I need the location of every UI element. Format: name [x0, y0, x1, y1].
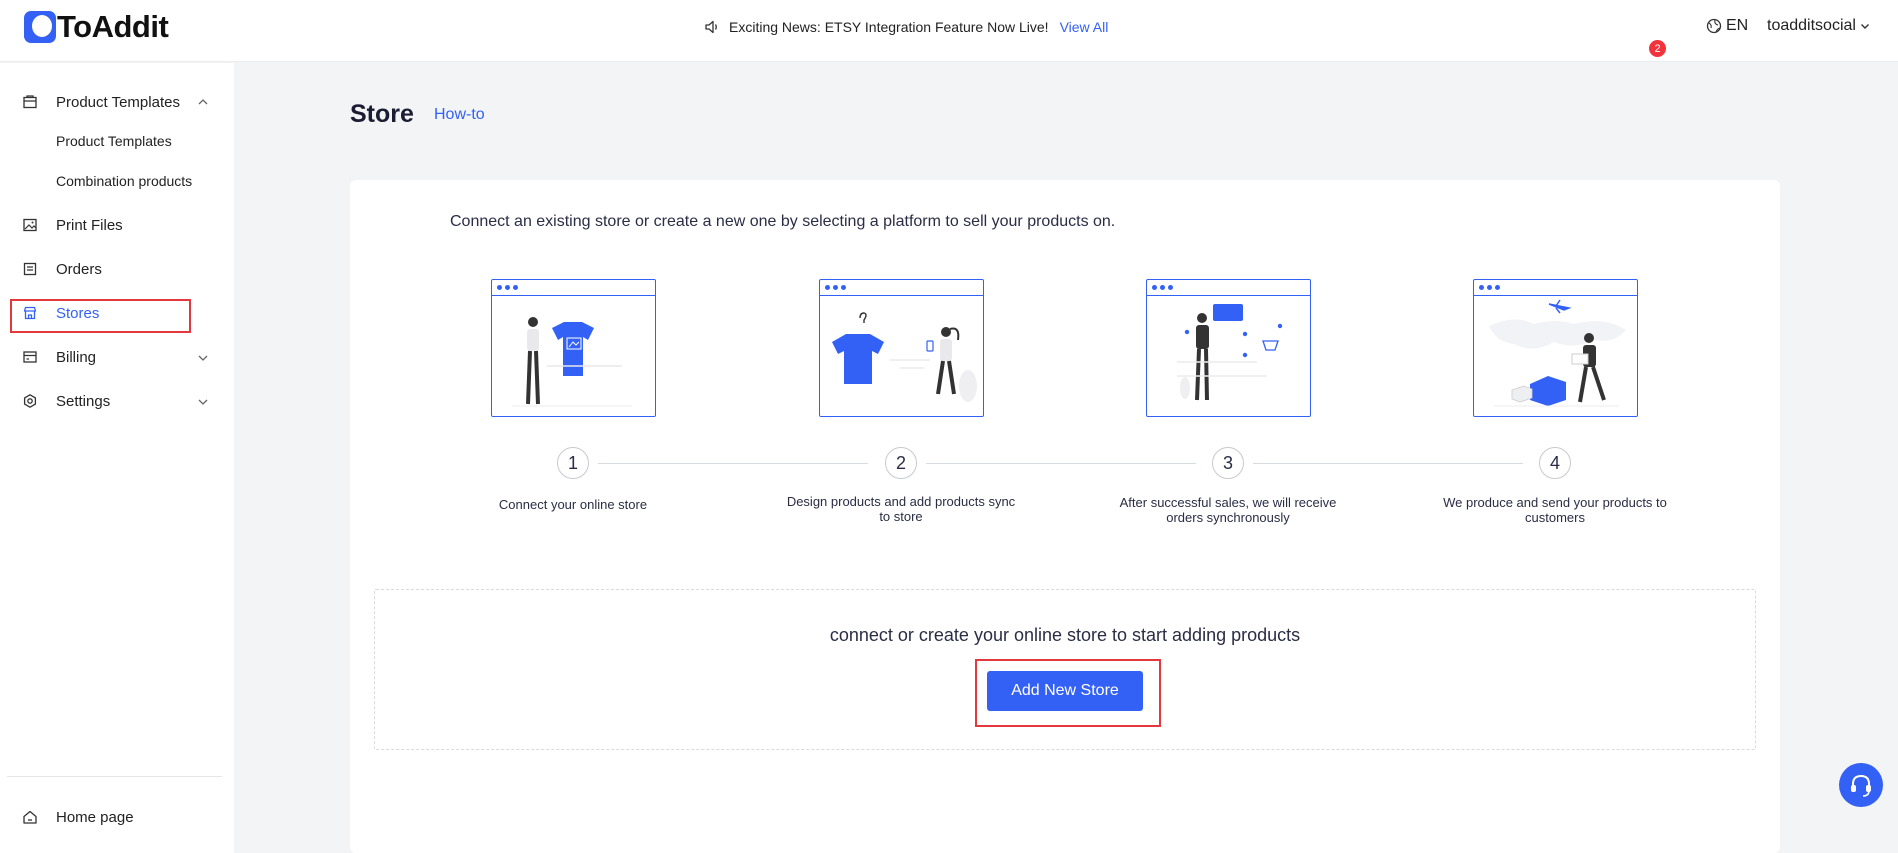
sidebar-item-label: Product Templates — [56, 93, 180, 111]
chevron-down-icon[interactable] — [196, 395, 210, 409]
billing-icon — [22, 349, 38, 365]
step-1-description: Connect your online store — [453, 497, 693, 512]
speaker-icon — [705, 20, 717, 34]
chevron-up-icon[interactable] — [196, 95, 210, 109]
step-text-line: Connect your online store — [498, 497, 648, 512]
step-4-number: 4 — [1539, 447, 1571, 479]
intro-text: Connect an existing store or create a ne… — [450, 213, 1116, 230]
language-label: EN — [1726, 17, 1749, 34]
step-text-line: customers — [1525, 510, 1585, 525]
gear-icon — [22, 393, 38, 409]
username: toadditsocial — [1767, 17, 1856, 34]
sidebar-item-label: Orders — [56, 260, 102, 278]
step-1-number: 1 — [557, 447, 589, 479]
step-2-description: Design products and add products sync to… — [781, 494, 1021, 524]
connect-store-message: connect or create your online store to s… — [829, 625, 1301, 645]
sidebar-item-home-page[interactable]: Home page — [22, 806, 134, 828]
home-icon — [22, 809, 38, 825]
add-store-highlight-box — [975, 659, 1161, 727]
step-connector — [1253, 463, 1523, 464]
notification-badge[interactable]: 2 — [1649, 40, 1666, 57]
orders-icon — [22, 261, 38, 277]
headset-icon — [1851, 774, 1871, 797]
sidebar-item-orders[interactable]: Orders — [22, 258, 102, 280]
brand-name: ToAddit — [57, 9, 169, 44]
top-header: ToAddit Exciting News: ETSY Integration … — [0, 0, 1898, 62]
step-text-line: After successful sales, we will receive — [1119, 495, 1337, 510]
announcement-bar: Exciting News: ETSY Integration Feature … — [704, 17, 1108, 37]
sidebar-divider — [7, 776, 222, 777]
step-text-line: to store — [879, 509, 923, 524]
sidebar-item-billing[interactable]: Billing — [22, 346, 96, 368]
sidebar-item-label: Print Files — [56, 216, 123, 234]
step-2-number: 2 — [885, 447, 917, 479]
step-3-description: After successful sales, we will receive … — [1108, 495, 1348, 525]
sidebar-item-product-templates[interactable]: Product Templates — [22, 91, 180, 113]
chevron-down-icon[interactable] — [196, 351, 210, 365]
sidebar-item-print-files[interactable]: Print Files — [22, 214, 123, 236]
logo-icon — [24, 11, 56, 43]
sidebar-item-settings[interactable]: Settings — [22, 390, 110, 412]
globe-icon — [1706, 18, 1722, 34]
logo[interactable]: ToAddit — [24, 9, 169, 44]
how-to-link[interactable]: How-to — [434, 106, 485, 124]
template-icon — [22, 94, 38, 110]
language-selector[interactable]: EN — [1706, 17, 1748, 35]
view-all-link[interactable]: View All — [1060, 19, 1109, 35]
page-title: Store — [350, 100, 414, 128]
step-1-illustration — [491, 279, 656, 417]
step-4-illustration — [1473, 279, 1638, 417]
sidebar: Product Templates Product Templates Comb… — [0, 63, 234, 853]
user-menu[interactable]: toadditsocial — [1767, 17, 1871, 35]
chevron-down-icon — [1860, 24, 1869, 29]
sidebar-item-label: Home page — [56, 808, 134, 826]
step-3-number: 3 — [1212, 447, 1244, 479]
sidebar-item-label: Settings — [56, 392, 111, 410]
step-connector — [926, 463, 1196, 464]
announcement-text: Exciting News: ETSY Integration Feature … — [729, 19, 1049, 35]
help-button[interactable] — [1839, 763, 1883, 807]
stores-highlight-box — [10, 299, 191, 333]
step-text-line: We produce and send your products to — [1443, 495, 1667, 510]
step-connector — [598, 463, 868, 464]
image-icon — [22, 217, 38, 233]
step-text-line: orders synchronously — [1166, 510, 1290, 525]
step-4-description: We produce and send your products to cus… — [1435, 495, 1675, 525]
sidebar-subitem-product-templates[interactable]: Product Templates — [56, 133, 172, 149]
step-text-line: Design products and add products sync — [786, 494, 1016, 509]
step-3-illustration — [1146, 279, 1311, 417]
sidebar-subitem-combination-products[interactable]: Combination products — [56, 173, 192, 189]
step-2-illustration — [819, 279, 984, 417]
sidebar-item-label: Billing — [56, 348, 97, 366]
